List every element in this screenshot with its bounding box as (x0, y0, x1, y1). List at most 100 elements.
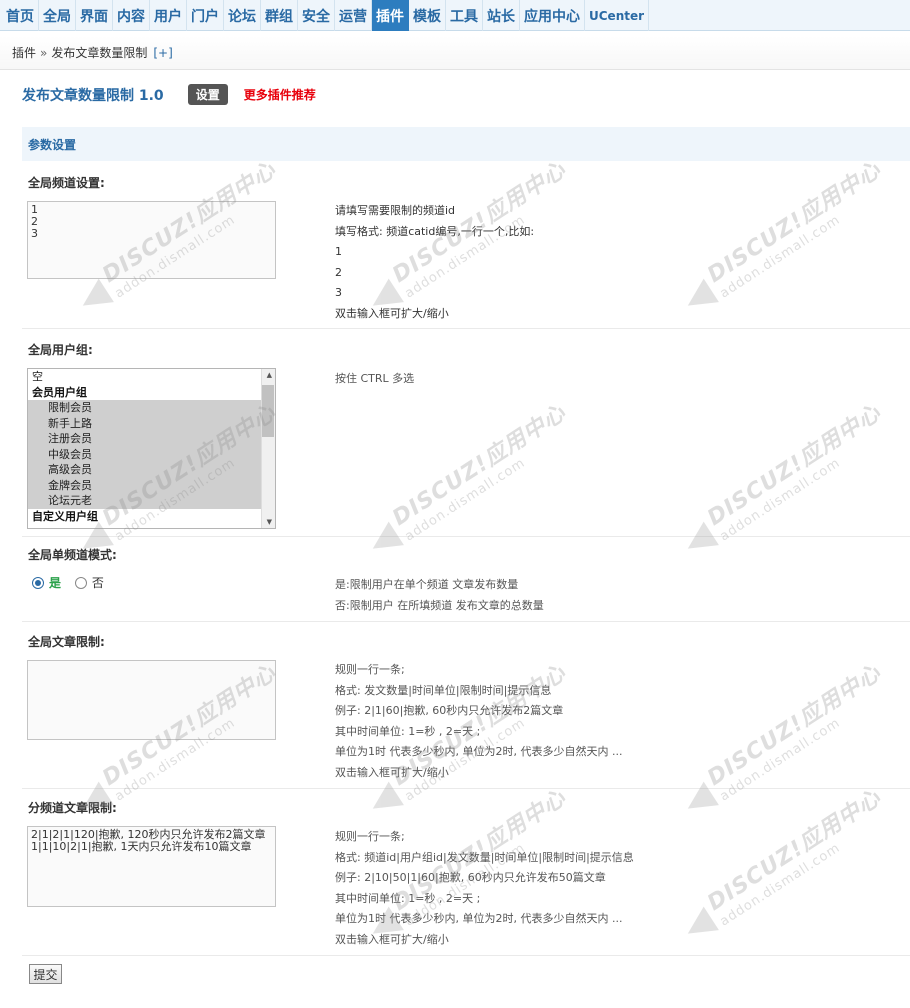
watermark: DISCUZ!应用中心 addon.dismall.com (680, 770, 910, 957)
nav-item[interactable]: UCenter (585, 0, 650, 31)
nav-item[interactable]: 应用中心 (520, 0, 585, 31)
watermark-brand: DISCUZ!应用中心 (703, 400, 886, 531)
global-limit-help: 规则一行一条; 格式: 发文数量|时间单位|限制时间|提示信息 例子: 2|1|… (335, 660, 622, 783)
select-option[interactable]: 注册会员 (28, 431, 275, 447)
help-line: 规则一行一条; (335, 663, 405, 676)
watermark-brand: DISCUZ!应用中心 (703, 157, 886, 288)
radio-yes-dot[interactable] (32, 576, 44, 589)
select-option[interactable]: 空 (28, 369, 275, 385)
watermark: DISCUZ!应用中心 addon.dismall.com (365, 385, 613, 572)
watermark: DISCUZ!应用中心 addon.dismall.com (680, 385, 910, 572)
usergroup-options: 空会员用户组 限制会员 新手上路 注册会员 中级会员 高级会员 金牌会员 论坛元老 自定义用户组 (28, 369, 275, 524)
select-option[interactable]: 中级会员 (28, 446, 275, 462)
watermark-site: addon.dismall.com (402, 455, 529, 545)
radio-no-dot[interactable] (74, 576, 87, 589)
help-line: 双击输入框可扩大/缩小 (335, 306, 449, 320)
watermark-logo-icon (75, 278, 114, 318)
channel-limit-textarea[interactable]: 2|1|2|1|120|抱歉, 120秒内只允许发布2篇文章 1|1|10|2|… (27, 826, 276, 907)
watermark-brand: DISCUZ!应用中心 (703, 660, 886, 791)
breadcrumb-separator: » (40, 45, 48, 60)
select-option[interactable]: 限制会员 (28, 400, 275, 416)
nav-item[interactable]: 门户 (187, 0, 224, 31)
scroll-up-icon[interactable]: ▲ (267, 371, 272, 379)
nav-item[interactable]: 插件 (372, 0, 409, 31)
nav-item[interactable]: 工具 (446, 0, 483, 31)
help-line: 是:限制用户在单个频道 文章发布数量 (335, 578, 519, 591)
submit-button[interactable]: 提交 (29, 964, 62, 984)
help-line: 2 (335, 265, 342, 279)
watermark-brand: DISCUZ!应用中心 (388, 400, 571, 531)
watermark-site: addon.dismall.com (717, 212, 844, 302)
usergroup-multiselect[interactable]: 空会员用户组 限制会员 新手上路 注册会员 中级会员 高级会员 金牌会员 论坛元老 自定义用户组… (27, 368, 276, 529)
help-line: 格式: 发文数量|时间单位|限制时间|提示信息 (335, 683, 552, 697)
row-divider (22, 955, 910, 956)
section-header: 参数设置 (22, 127, 910, 161)
watermark-site: addon.dismall.com (717, 715, 844, 805)
watermark-logo-icon (680, 278, 719, 318)
radio-yes[interactable]: 是 (32, 574, 61, 591)
breadcrumb: 插件 » 发布文章数量限制 [+] (0, 36, 910, 70)
field-label: 全局频道设置: (28, 176, 105, 190)
add-shortcut-button[interactable]: [+] (153, 46, 172, 60)
option-group[interactable]: 会员用户组 (28, 385, 275, 401)
field-label: 全局文章限制: (28, 635, 105, 649)
watermark-logo-icon (680, 906, 719, 946)
nav-item[interactable]: 站长 (483, 0, 520, 31)
breadcrumb-current: 发布文章数量限制 (51, 46, 148, 60)
watermark-site: addon.dismall.com (717, 455, 844, 545)
help-line: 例子: 2|10|50|1|60|抱歉, 60秒内只允许发布50篇文章 (335, 871, 606, 884)
top-nav: 首页 全局 界面 内容 用户 门户 论坛 群组 安全 运营 插件 模板 工具 站长 应用中心 UCenter (0, 0, 910, 31)
help-line: 3 (335, 286, 342, 299)
nav-item[interactable]: 论坛 (224, 0, 261, 31)
channel-limit-help: 规则一行一条; 格式: 频道id|用户组id|发文数量|时间单位|限制时间|提示… (335, 827, 634, 950)
watermark-brand: DISCUZ!应用中心 (703, 785, 886, 916)
nav-item[interactable]: 界面 (76, 0, 113, 31)
nav-item[interactable]: 用户 (150, 0, 187, 31)
field-label: 全局用户组: (28, 343, 93, 357)
global-limit-textarea[interactable] (27, 660, 276, 740)
row-divider (22, 328, 910, 329)
nav-item[interactable]: 安全 (298, 0, 335, 31)
help-line: 其中时间单位: 1=秒 , 2=天 ; (335, 724, 481, 738)
help-line: 单位为1时 代表多少秒内, 单位为2时, 代表多少自然天内 ... (335, 912, 623, 925)
nav-item[interactable]: 群组 (261, 0, 298, 31)
channels-textarea[interactable]: 1 2 3 (27, 201, 276, 279)
select-option[interactable]: 新手上路 (28, 415, 275, 431)
scrollbar[interactable]: ▲ ▼ (261, 369, 275, 528)
help-line: 其中时间单位: 1=秒 , 2=天 ; (335, 891, 481, 905)
row-divider (22, 621, 910, 622)
help-line: 规则一行一条; (335, 830, 405, 843)
row-divider (22, 536, 910, 537)
option-group[interactable]: 自定义用户组 (28, 509, 275, 525)
field-label: 分频道文章限制: (28, 801, 117, 815)
radio-no-label: 否 (91, 576, 104, 590)
watermark-logo-icon (680, 521, 719, 561)
nav-item[interactable]: 模板 (409, 0, 446, 31)
help-line: 填写格式: 频道catid编号,一行一个,比如: (335, 224, 535, 238)
nav-item[interactable]: 运营 (335, 0, 372, 31)
channels-help: 请填写需要限制的频道id 填写格式: 频道catid编号,一行一个,比如: 1 … (335, 201, 534, 324)
help-line: 格式: 频道id|用户组id|发文数量|时间单位|限制时间|提示信息 (335, 850, 634, 864)
field-label: 全局单频道模式: (28, 548, 117, 562)
row-divider (22, 788, 910, 789)
select-option[interactable]: 论坛元老 (28, 493, 275, 509)
scrollbar-thumb[interactable] (262, 385, 274, 437)
single-mode-radio-group: 是 否 (32, 574, 114, 592)
scroll-down-icon[interactable]: ▼ (267, 518, 272, 526)
watermark: DISCUZ!应用中心 addon.dismall.com (680, 142, 910, 329)
breadcrumb-root[interactable]: 插件 (12, 44, 36, 61)
page-title: 发布文章数量限制 1.0 (22, 87, 164, 104)
nav-item[interactable]: 全局 (39, 0, 76, 31)
help-line: 双击输入框可扩大/缩小 (335, 932, 449, 946)
more-plugins-link[interactable]: 更多插件推荐 (244, 86, 316, 103)
watermark-site: addon.dismall.com (717, 840, 844, 930)
help-line: 否:限制用户 在所填频道 发布文章的总数量 (335, 598, 544, 612)
radio-no[interactable]: 否 (74, 574, 104, 591)
nav-item[interactable]: 首页 (2, 0, 39, 31)
help-line: 请填写需要限制的频道id (335, 204, 456, 217)
settings-button[interactable]: 设置 (187, 84, 228, 105)
select-option[interactable]: 高级会员 (28, 462, 275, 478)
select-option[interactable]: 金牌会员 (28, 477, 275, 493)
nav-item[interactable]: 内容 (113, 0, 150, 31)
help-line: 1 (335, 245, 342, 258)
